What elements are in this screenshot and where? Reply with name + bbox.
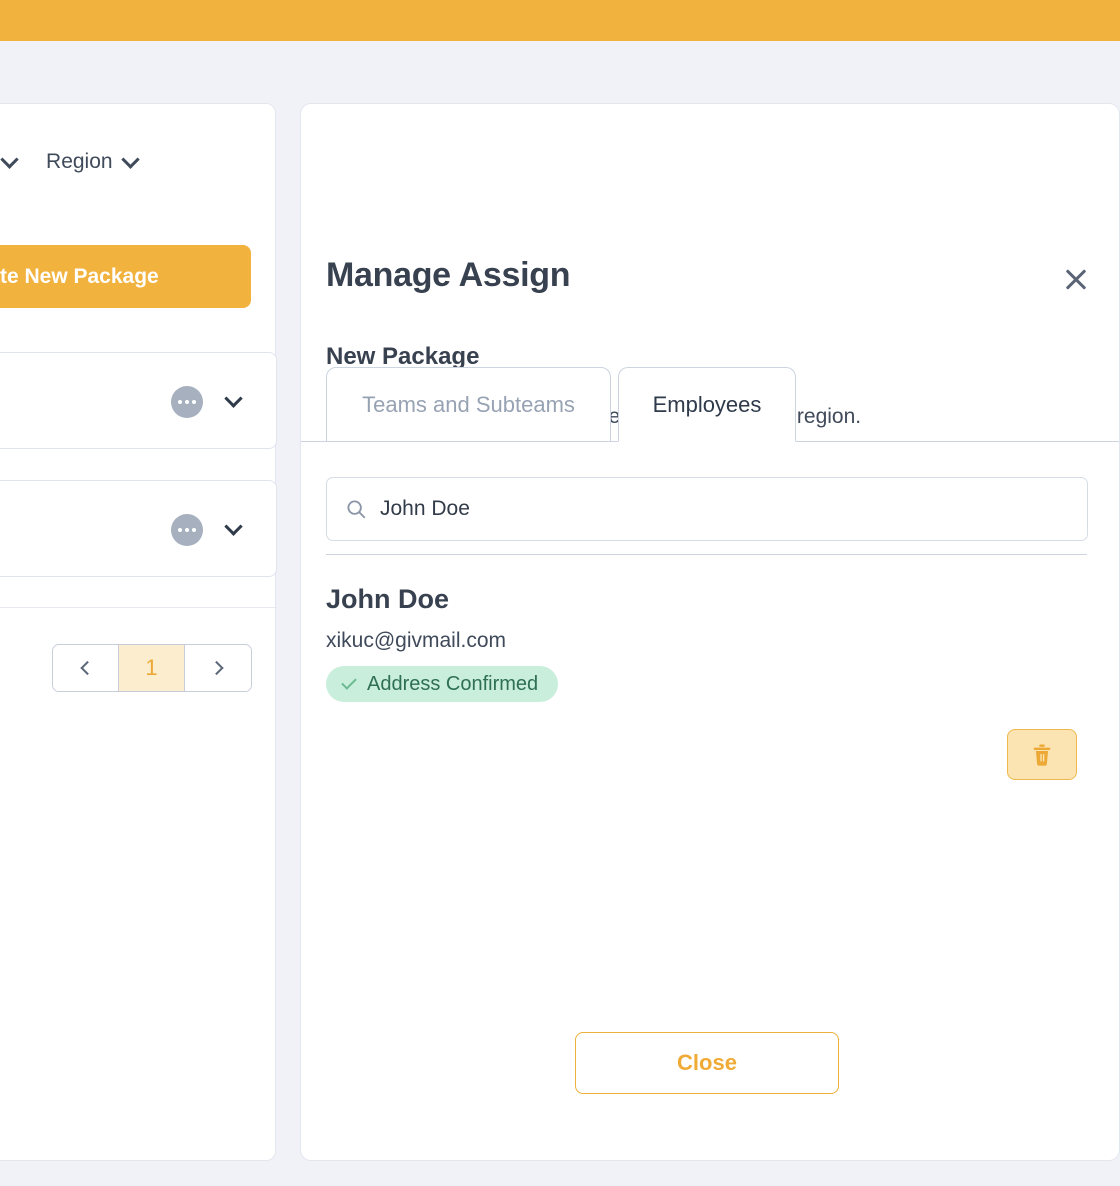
trash-icon	[1031, 743, 1053, 767]
employee-email: xikuc@givmail.com	[326, 629, 1088, 653]
modal-title: Manage Assign	[326, 256, 570, 295]
package-card[interactable]	[0, 352, 277, 449]
dot	[192, 528, 196, 532]
close-icon[interactable]	[1059, 262, 1093, 296]
status-badge: Address Confirmed	[326, 666, 558, 702]
check-icon	[341, 674, 357, 690]
ellipsis-icon[interactable]	[171, 386, 203, 418]
search-divider	[326, 554, 1087, 555]
chevron-down-icon	[121, 150, 139, 168]
pagination: 1	[52, 644, 252, 692]
pagination-prev-button[interactable]	[53, 645, 119, 691]
dot	[178, 400, 182, 404]
top-app-bar	[0, 0, 1120, 41]
filter-region[interactable]: Region	[46, 150, 137, 174]
search-input[interactable]	[380, 497, 1069, 521]
chevron-down-icon[interactable]	[222, 519, 244, 541]
dot	[185, 400, 189, 404]
employee-list-item: John Doe xikuc@givmail.com Address Confi…	[326, 584, 1088, 702]
create-new-package-button[interactable]: Create New Package	[0, 245, 251, 308]
package-card-actions	[171, 481, 244, 578]
manage-assign-modal: Manage Assign New Package This view only…	[300, 103, 1120, 1161]
filter-package-type[interactable]: ckage Type	[0, 150, 16, 174]
dot	[185, 528, 189, 532]
status-badge-label: Address Confirmed	[367, 673, 538, 696]
employee-name: John Doe	[326, 584, 1088, 615]
tab-strip: Teams and Subteams Employees	[301, 367, 1119, 442]
search-icon	[345, 498, 367, 520]
chevron-left-icon	[80, 661, 94, 675]
tab-teams-and-subteams[interactable]: Teams and Subteams	[326, 367, 611, 442]
chevron-down-icon[interactable]	[222, 391, 244, 413]
dot	[178, 528, 182, 532]
search-box[interactable]	[326, 477, 1088, 541]
dot	[192, 400, 196, 404]
packages-panel: ckage Type Region Create New Package	[0, 103, 276, 1161]
filter-region-label: Region	[46, 150, 113, 174]
filters-row: ckage Type Region	[0, 142, 277, 182]
close-button[interactable]: Close	[575, 1032, 839, 1094]
pagination-next-button[interactable]	[185, 645, 251, 691]
delete-employee-button[interactable]	[1007, 729, 1077, 780]
package-card-actions	[171, 353, 244, 450]
pagination-page-1[interactable]: 1	[119, 645, 185, 691]
panel-divider	[0, 607, 277, 608]
chevron-right-icon	[210, 661, 224, 675]
chevron-down-icon	[0, 150, 18, 168]
tab-employees[interactable]: Employees	[618, 367, 796, 442]
ellipsis-icon[interactable]	[171, 514, 203, 546]
package-card[interactable]	[0, 480, 277, 577]
